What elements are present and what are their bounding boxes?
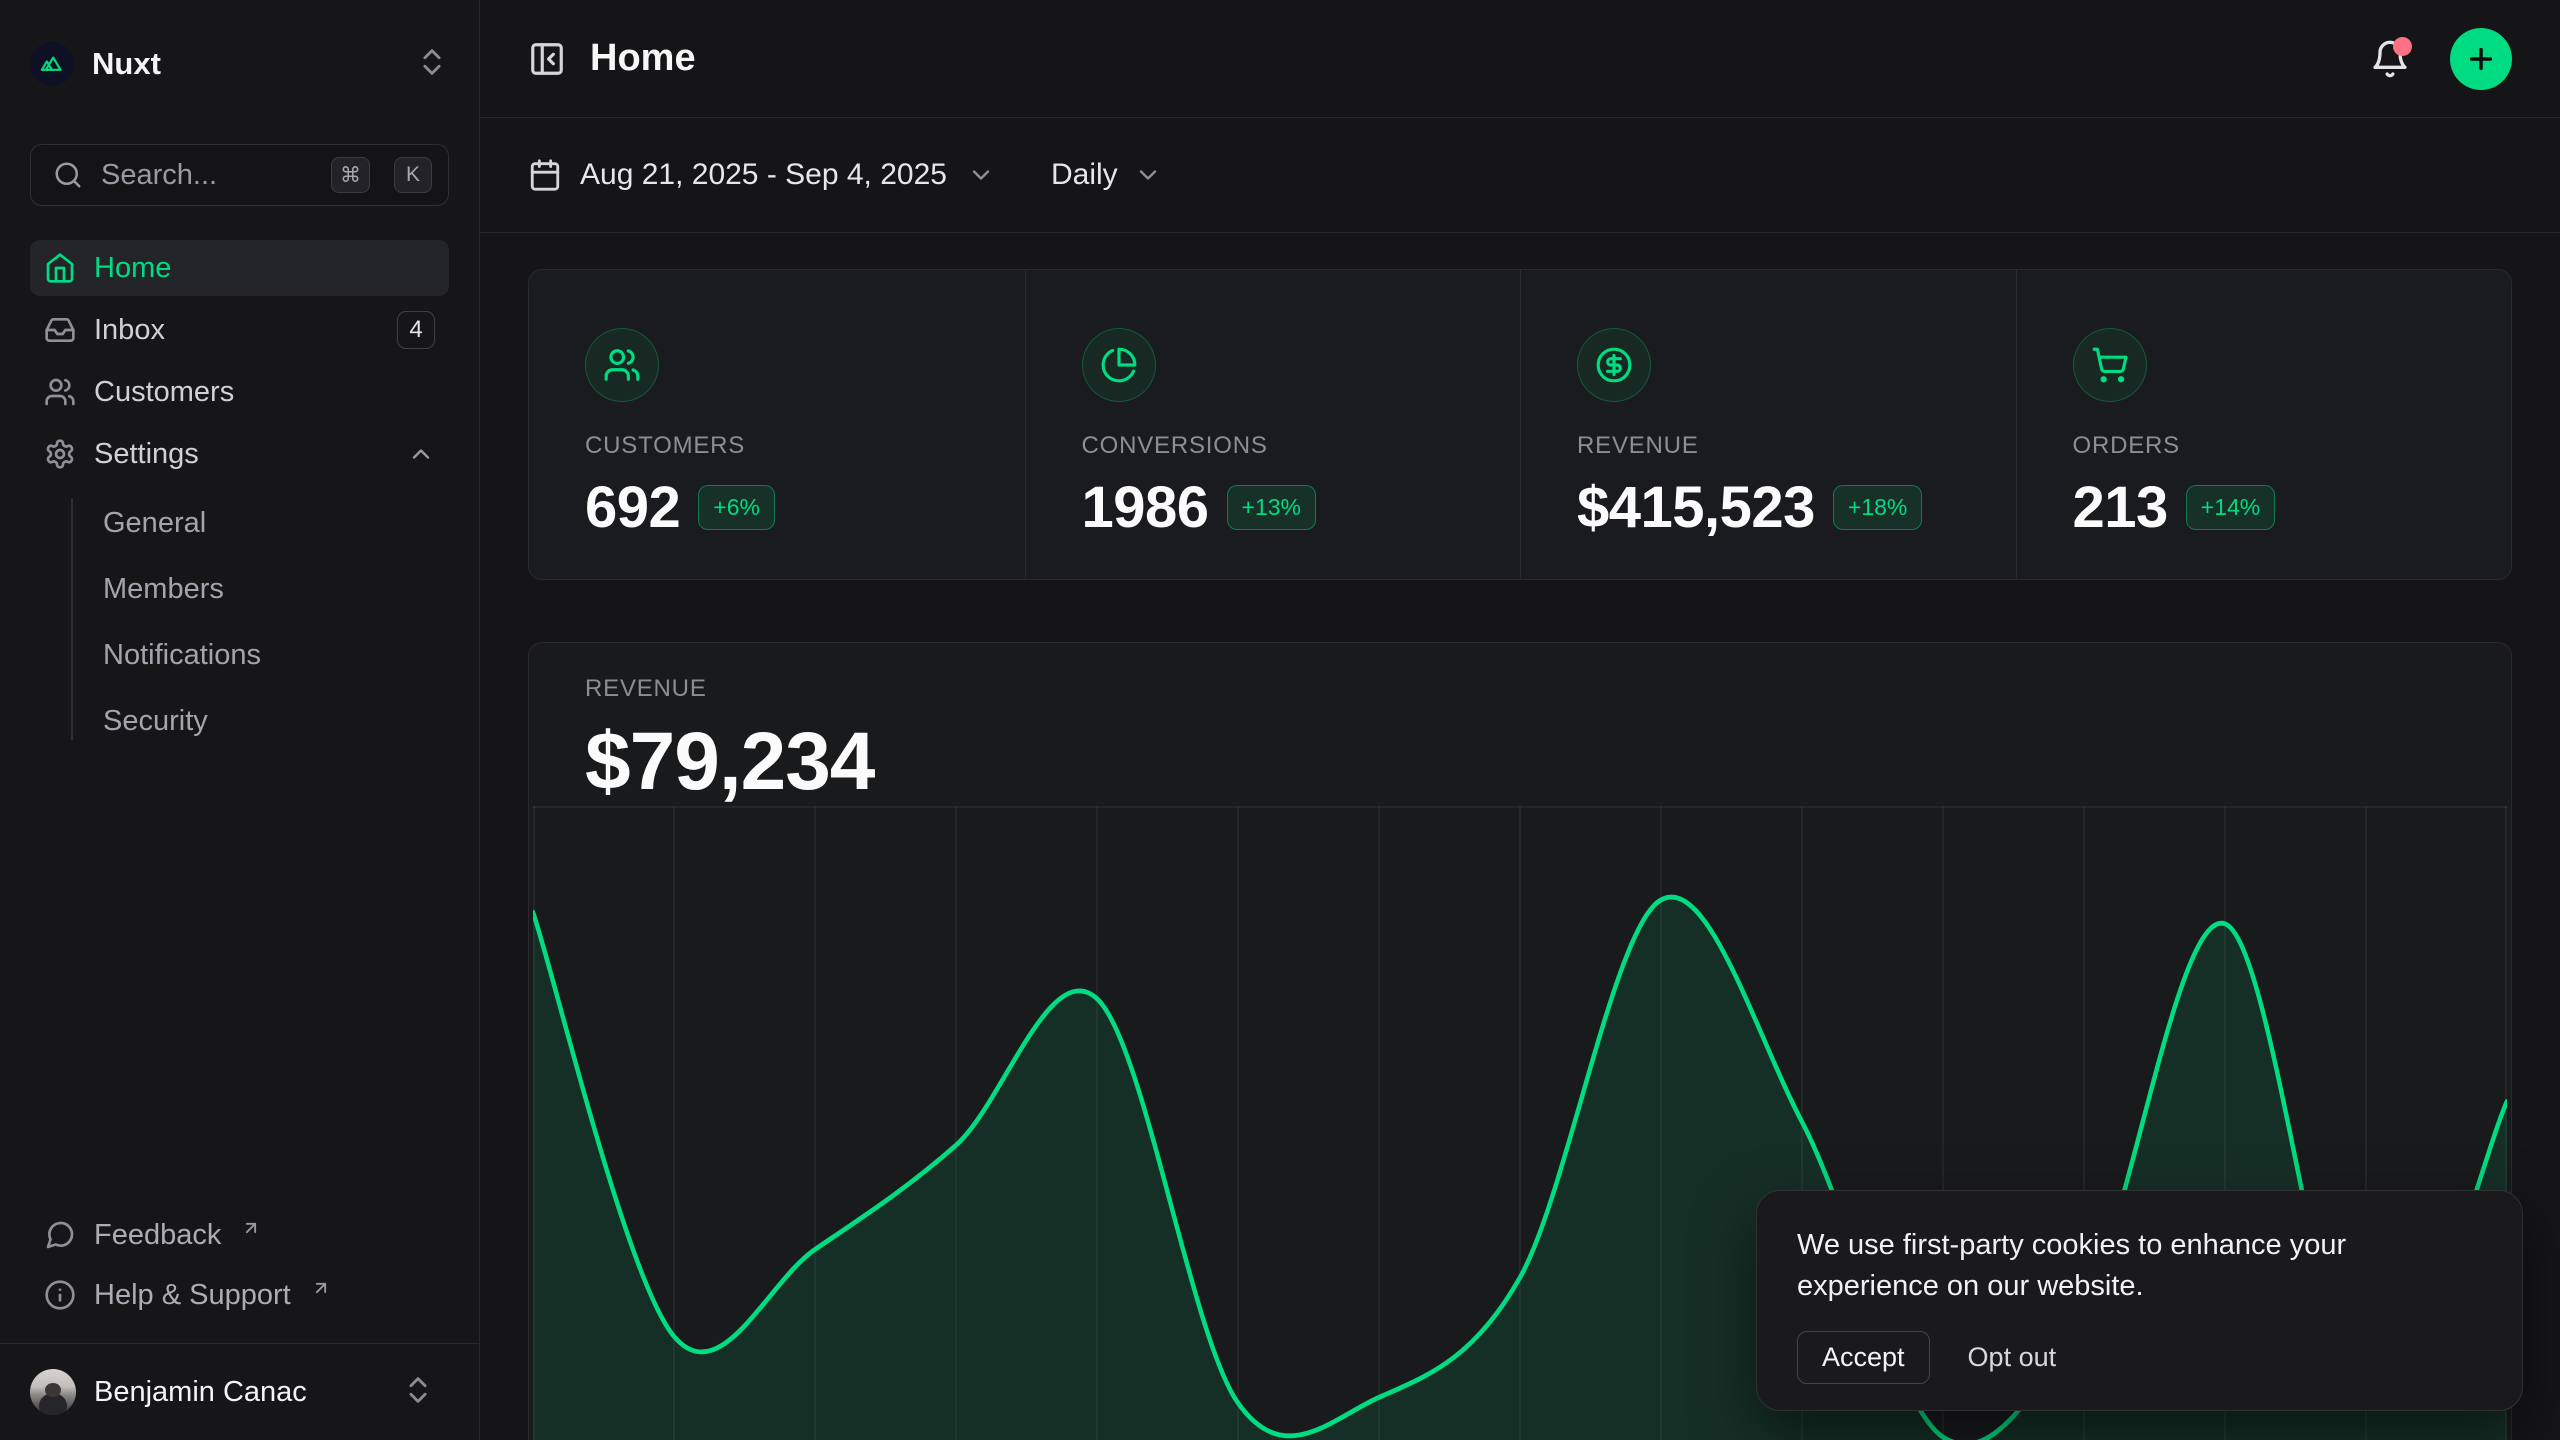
pie-chart-icon [1082,328,1156,402]
stat-delta-badge: +18% [1833,485,1922,530]
stat-revenue[interactable]: REVENUE $415,523 +18% [1520,270,2016,579]
stat-value: 213 [2073,474,2168,541]
granularity-select[interactable]: Daily [1051,158,1162,192]
chevron-up-icon [407,440,435,468]
sidebar-item-security[interactable]: Security [103,692,449,750]
help-support-link[interactable]: Help & Support [30,1265,449,1325]
inbox-unread-badge: 4 [397,311,435,349]
search-icon [53,160,83,190]
avatar [30,1369,76,1415]
stat-value: 692 [585,474,680,541]
stats-card: CUSTOMERS 692 +6% CONVERSIONS 1986 +13% [528,269,2512,580]
search-placeholder: Search... [101,159,313,192]
stat-label: CUSTOMERS [585,432,985,460]
user-menu[interactable]: Benjamin Canac [0,1343,479,1440]
inbox-icon [44,314,76,346]
stat-delta-badge: +14% [2186,485,2275,530]
user-name: Benjamin Canac [94,1376,383,1409]
stat-label: CONVERSIONS [1082,432,1481,460]
sidebar-item-customers[interactable]: Customers [30,364,449,420]
stat-orders[interactable]: ORDERS 213 +14% [2016,270,2512,579]
help-support-label: Help & Support [94,1279,291,1312]
page-header: Home [480,0,2560,118]
stat-conversions[interactable]: CONVERSIONS 1986 +13% [1025,270,1521,579]
stat-delta-badge: +13% [1227,485,1316,530]
dollar-circle-icon [1577,328,1651,402]
sidebar-item-members[interactable]: Members [103,560,449,618]
chevrons-up-down-icon [415,45,449,84]
date-range-picker[interactable]: Aug 21, 2025 - Sep 4, 2025 [528,158,995,192]
sidebar: Nuxt Search... ⌘ K Home [0,0,480,1440]
chevron-down-icon [967,161,995,189]
nuxt-logo-icon [30,42,74,86]
chevron-down-icon [1134,161,1162,189]
stat-value: $415,523 [1577,474,1815,541]
external-link-icon [241,1218,261,1238]
gear-icon [44,438,76,470]
stat-label: ORDERS [2073,432,2472,460]
collapse-sidebar-icon[interactable] [528,40,566,78]
revenue-chart-total: $79,234 [585,715,2511,809]
kbd-k: K [394,157,432,193]
settings-sub-list: General Members Notifications Security [30,494,449,750]
chat-bubble-icon [44,1219,76,1251]
calendar-icon [528,158,562,192]
stat-customers[interactable]: CUSTOMERS 692 +6% [529,270,1025,579]
add-button[interactable] [2450,28,2512,90]
sidebar-item-inbox[interactable]: Inbox 4 [30,302,449,358]
stat-label: REVENUE [1577,432,1976,460]
cart-icon [2073,328,2147,402]
sidebar-footer: Feedback Help & Support [0,1205,479,1343]
sidebar-item-general[interactable]: General [103,494,449,552]
cookie-message: We use first-party cookies to enhance yo… [1797,1225,2482,1307]
notification-dot [2393,37,2412,56]
sidebar-item-notifications[interactable]: Notifications [103,626,449,684]
optout-cookies-button[interactable]: Opt out [1968,1342,2057,1373]
granularity-value: Daily [1051,158,1118,192]
notifications-button[interactable] [2370,39,2410,79]
sidebar-item-label: Inbox [94,314,165,347]
users-icon [585,328,659,402]
filters-toolbar: Aug 21, 2025 - Sep 4, 2025 Daily [480,118,2560,233]
sidebar-item-settings[interactable]: Settings [30,426,449,482]
accept-cookies-button[interactable]: Accept [1797,1331,1930,1384]
sidebar-item-label: Settings [94,438,199,471]
revenue-chart-label: REVENUE [585,675,2511,703]
page-title: Home [590,37,696,80]
workspace-name: Nuxt [92,46,397,82]
workspace-switcher[interactable]: Nuxt [30,40,449,88]
home-icon [44,252,76,284]
external-link-icon [311,1278,331,1298]
info-circle-icon [44,1279,76,1311]
stat-delta-badge: +6% [698,485,775,530]
sidebar-nav: Home Inbox 4 Customers Sett [30,240,449,1205]
feedback-link[interactable]: Feedback [30,1205,449,1265]
users-icon [44,376,76,408]
sidebar-item-home[interactable]: Home [30,240,449,296]
plus-icon [2465,43,2497,75]
app-window: Nuxt Search... ⌘ K Home [0,0,2560,1440]
sidebar-item-label: Home [94,252,171,285]
kbd-cmd: ⌘ [331,157,370,193]
stat-value: 1986 [1082,474,1209,541]
date-range-value: Aug 21, 2025 - Sep 4, 2025 [580,158,947,192]
search-input[interactable]: Search... ⌘ K [30,144,449,206]
sidebar-item-label: Customers [94,376,234,409]
feedback-label: Feedback [94,1219,221,1252]
chevrons-up-down-icon [401,1373,435,1412]
cookie-banner: We use first-party cookies to enhance yo… [1756,1190,2523,1411]
